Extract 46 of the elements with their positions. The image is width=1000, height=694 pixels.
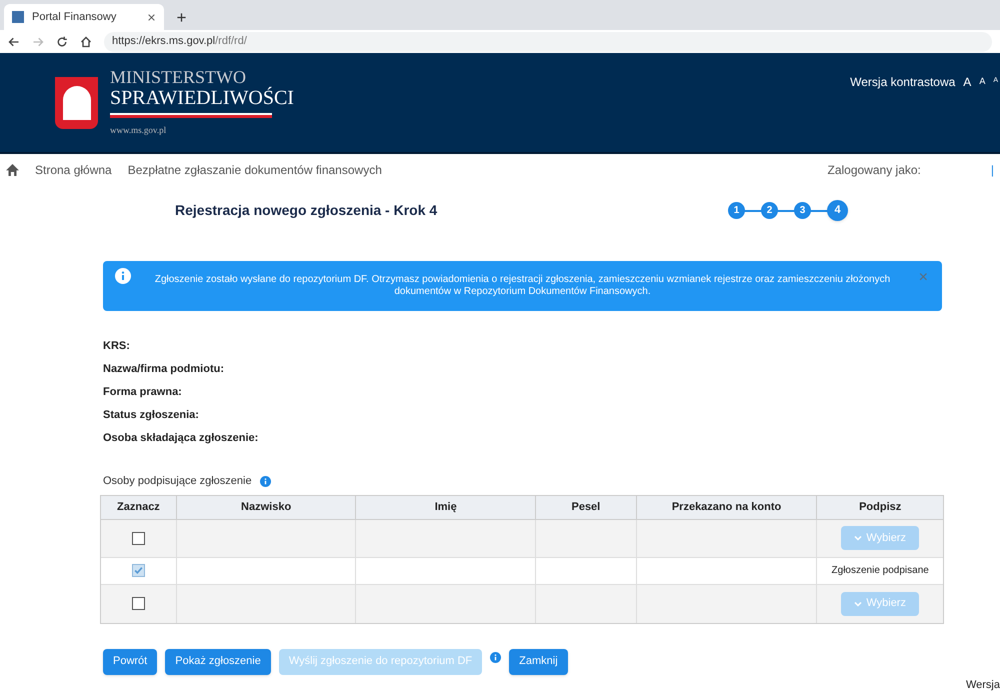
info-icon (115, 268, 131, 284)
field-label: Status zgłoszenia: (103, 408, 200, 422)
reload-icon[interactable] (56, 36, 68, 48)
logged-in-label: Zalogowany jako: (827, 162, 921, 178)
section-label: Osoby podpisujące zgłoszenie (103, 474, 252, 489)
signed-status: Zgłoszenie podpisane (832, 564, 929, 578)
field-label: Forma prawna: (103, 385, 183, 399)
font-size-link[interactable]: A (979, 75, 986, 88)
home-icon[interactable] (6, 164, 19, 176)
field-label: Nazwa/firma podmiotu: (103, 362, 226, 376)
action-button[interactable]: Pokaż zgłoszenie (165, 648, 271, 674)
step-indicator: 3 (794, 202, 811, 218)
back-icon[interactable] (8, 36, 20, 48)
field-label: KRS: (103, 339, 131, 353)
browser-tab[interactable]: Portal Finansowy (4, 4, 164, 30)
home-icon[interactable] (80, 36, 92, 48)
action-button[interactable]: Powrót (103, 648, 158, 674)
alert-message: Zgłoszenie zostało wysłane do repozytorium DF. Otrzymasz powiadomienia o rejestracji zgłoszenia, zamieszczeniu wzmianek rejestrze oraz zamieszczeniu złożonych dokumentów w Repozytorium Dokumentów Finansowych. (154, 274, 892, 298)
breadcrumb-link[interactable]: Strona główna (35, 160, 112, 178)
step-indicator: 2 (761, 202, 778, 218)
site-icon (12, 11, 24, 23)
account-link[interactable]: | (990, 160, 994, 178)
page-title: Rejestracja nowego zgłoszenia - Krok 4 (175, 200, 438, 220)
row-checkbox[interactable] (132, 532, 145, 544)
chevron-down-icon (854, 600, 862, 606)
row-checkbox[interactable] (132, 597, 145, 610)
action-button[interactable]: Zamknij (509, 648, 568, 674)
column-header: Imię (356, 496, 536, 518)
address-bar[interactable]: https://ekrs.ms.gov.pl/rdf/rd/ (104, 32, 992, 52)
check-icon (134, 566, 143, 575)
contrast-link[interactable]: Wersja kontrastowa (850, 73, 956, 91)
column-header: Podpisz (858, 500, 902, 515)
column-header: Nazwisko (176, 496, 356, 518)
close-icon[interactable] (147, 12, 156, 22)
info-icon (260, 476, 271, 487)
font-size-link[interactable]: A (963, 73, 972, 91)
chevron-down-icon (854, 535, 862, 541)
column-header: Przekazano na konto (636, 496, 818, 518)
footer-text: Wersja (966, 678, 1000, 692)
new-tab-icon[interactable] (176, 12, 187, 23)
field-label: Osoba składająca zgłoszenie: (103, 431, 260, 445)
breadcrumb-link[interactable]: Bezpłatne zgłaszanie dokumentów finansowych (128, 160, 382, 178)
column-header: Zaznacz (101, 496, 177, 518)
step-indicator: 1 (728, 202, 745, 218)
column-header: Pesel (536, 496, 637, 518)
step-indicator: 4 (827, 200, 848, 220)
